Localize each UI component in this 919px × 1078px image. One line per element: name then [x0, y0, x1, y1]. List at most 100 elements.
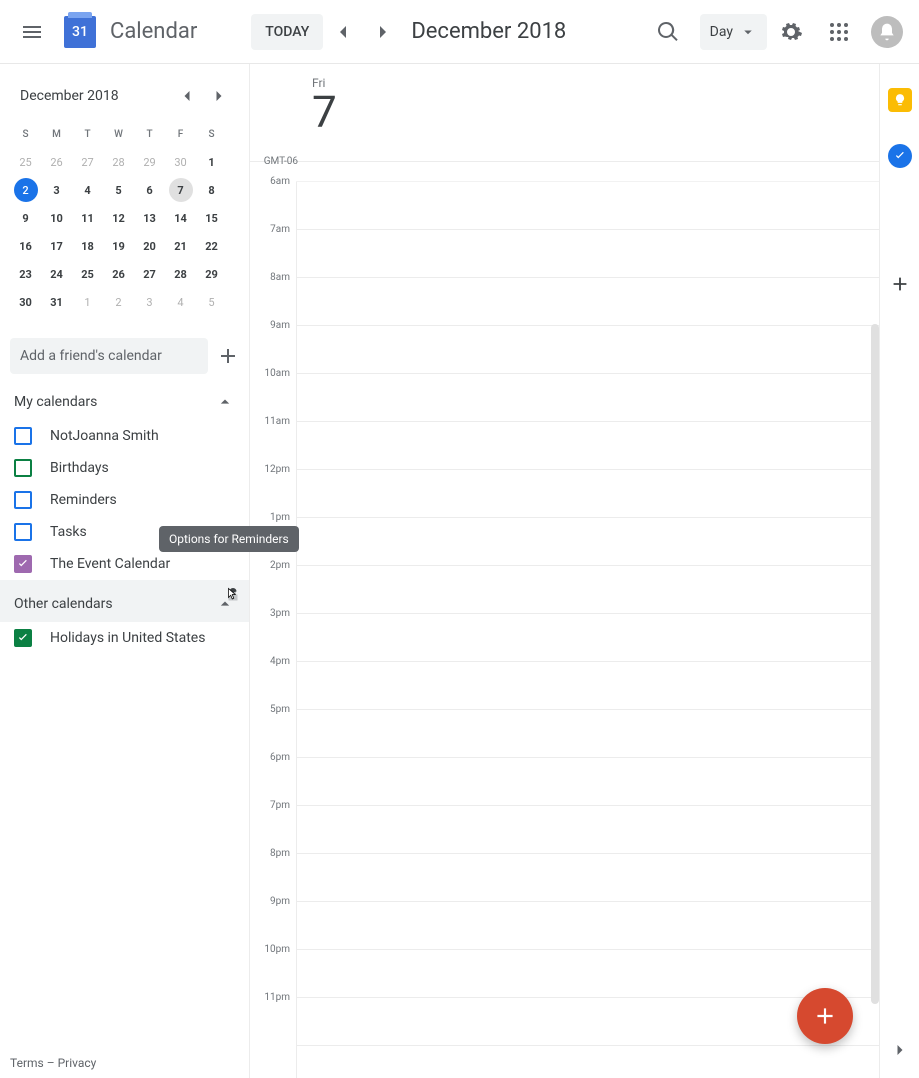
apps-button[interactable]: [815, 8, 863, 56]
mini-day-cell[interactable]: 5: [103, 176, 134, 204]
allday-row[interactable]: [296, 162, 879, 182]
prev-period-button[interactable]: [323, 12, 363, 52]
scrollbar[interactable]: [871, 324, 879, 1004]
mini-day-cell[interactable]: 28: [103, 148, 134, 176]
mini-day-cell[interactable]: 25: [72, 260, 103, 288]
calendar-checkbox[interactable]: [14, 629, 32, 647]
mini-day-cell[interactable]: 18: [72, 232, 103, 260]
mini-day-cell[interactable]: 30: [10, 288, 41, 316]
calendar-label: Birthdays: [50, 460, 109, 476]
hour-label: 9pm: [250, 896, 290, 907]
mini-day-cell[interactable]: 20: [134, 232, 165, 260]
mini-day-cell[interactable]: 6: [134, 176, 165, 204]
hide-side-panel[interactable]: [882, 1032, 918, 1068]
hour-row[interactable]: 1pm: [296, 518, 879, 566]
mini-next-month[interactable]: [203, 80, 235, 112]
mini-day-cell[interactable]: 8: [196, 176, 227, 204]
mini-day-cell[interactable]: 23: [10, 260, 41, 288]
hour-row[interactable]: 9am: [296, 326, 879, 374]
hour-row[interactable]: 3pm: [296, 614, 879, 662]
get-addons-button[interactable]: [888, 272, 912, 296]
mini-day-cell[interactable]: 31: [41, 288, 72, 316]
calendar-item[interactable]: Reminders: [0, 484, 249, 516]
hours-grid[interactable]: 6am7am8am9am10am11am12pm1pm2pm3pm4pm5pm6…: [250, 182, 879, 1078]
hour-row[interactable]: 5pm: [296, 710, 879, 758]
mini-day-cell[interactable]: 12: [103, 204, 134, 232]
mini-day-cell[interactable]: 10: [41, 204, 72, 232]
search-button[interactable]: [644, 8, 692, 56]
mini-day-cell[interactable]: 29: [196, 260, 227, 288]
calendar-checkbox[interactable]: [14, 459, 32, 477]
mini-day-cell[interactable]: 27: [72, 148, 103, 176]
my-calendars-header[interactable]: My calendars: [0, 378, 249, 420]
calendar-item[interactable]: Birthdays: [0, 452, 249, 484]
mini-day-cell[interactable]: 30: [165, 148, 196, 176]
calendar-checkbox[interactable]: [14, 555, 32, 573]
mini-day-cell[interactable]: 9: [10, 204, 41, 232]
hour-row[interactable]: 11am: [296, 422, 879, 470]
hour-row[interactable]: 9pm: [296, 902, 879, 950]
hour-row[interactable]: 2pm: [296, 566, 879, 614]
mini-day-cell[interactable]: 24: [41, 260, 72, 288]
next-period-button[interactable]: [363, 12, 403, 52]
mini-day-cell[interactable]: 28: [165, 260, 196, 288]
privacy-link[interactable]: Privacy: [58, 1056, 97, 1070]
mini-day-cell[interactable]: 26: [41, 148, 72, 176]
tasks-addon[interactable]: [888, 144, 912, 168]
hour-row[interactable]: 10am: [296, 374, 879, 422]
day-view[interactable]: Fri 7 GMT-06 6am7am8am9am10am11am12pm1pm…: [250, 64, 879, 1078]
mini-day-cell[interactable]: 2: [103, 288, 134, 316]
mini-day-cell[interactable]: 5: [196, 288, 227, 316]
hour-row[interactable]: 10pm: [296, 950, 879, 998]
hour-row[interactable]: 4pm: [296, 662, 879, 710]
other-calendars-header[interactable]: Other calendars: [0, 580, 249, 622]
calendar-item[interactable]: NotJoanna Smith: [0, 420, 249, 452]
calendar-checkbox[interactable]: [14, 427, 32, 445]
mini-day-cell[interactable]: 17: [41, 232, 72, 260]
mini-prev-month[interactable]: [171, 80, 203, 112]
hour-row[interactable]: 7am: [296, 230, 879, 278]
hour-row[interactable]: 12pm: [296, 470, 879, 518]
hour-row[interactable]: 7pm: [296, 806, 879, 854]
mini-day-cell[interactable]: 15: [196, 204, 227, 232]
mini-day-cell[interactable]: 4: [72, 176, 103, 204]
mini-day-cell[interactable]: 25: [10, 148, 41, 176]
add-calendar-button[interactable]: [216, 338, 240, 374]
calendar-checkbox[interactable]: [14, 523, 32, 541]
hour-row[interactable]: 11pm: [296, 998, 879, 1046]
mini-day-cell[interactable]: 3: [41, 176, 72, 204]
mini-day-cell[interactable]: 16: [10, 232, 41, 260]
add-friend-input[interactable]: [10, 338, 208, 374]
app-logo[interactable]: 31 Calendar: [60, 12, 197, 52]
mini-day-cell[interactable]: 22: [196, 232, 227, 260]
hour-row[interactable]: 6pm: [296, 758, 879, 806]
mini-day-cell[interactable]: 11: [72, 204, 103, 232]
settings-button[interactable]: [767, 8, 815, 56]
keep-addon[interactable]: [888, 88, 912, 112]
mini-day-cell[interactable]: 19: [103, 232, 134, 260]
mini-day-cell[interactable]: 21: [165, 232, 196, 260]
calendar-item[interactable]: Holidays in United States: [0, 622, 249, 654]
today-button[interactable]: TODAY: [251, 14, 323, 50]
mini-day-cell[interactable]: 1: [196, 148, 227, 176]
calendar-checkbox[interactable]: [14, 491, 32, 509]
mini-day-cell[interactable]: 13: [134, 204, 165, 232]
view-switcher[interactable]: Day: [700, 14, 767, 50]
hour-row[interactable]: 8pm: [296, 854, 879, 902]
calendar-item[interactable]: The Event Calendar: [0, 548, 249, 580]
mini-day-cell[interactable]: 2: [10, 176, 41, 204]
hour-row[interactable]: 8am: [296, 278, 879, 326]
terms-link[interactable]: Terms: [10, 1056, 44, 1070]
mini-day-cell[interactable]: 3: [134, 288, 165, 316]
account-avatar[interactable]: [871, 16, 903, 48]
hour-row[interactable]: 6am: [296, 182, 879, 230]
mini-day-cell[interactable]: 26: [103, 260, 134, 288]
mini-day-cell[interactable]: 1: [72, 288, 103, 316]
mini-day-cell[interactable]: 4: [165, 288, 196, 316]
create-event-fab[interactable]: [797, 988, 853, 1044]
mini-day-cell[interactable]: 29: [134, 148, 165, 176]
mini-day-cell[interactable]: 14: [165, 204, 196, 232]
mini-day-cell[interactable]: 27: [134, 260, 165, 288]
main-menu-button[interactable]: [8, 8, 56, 56]
mini-day-cell[interactable]: 7: [165, 176, 196, 204]
